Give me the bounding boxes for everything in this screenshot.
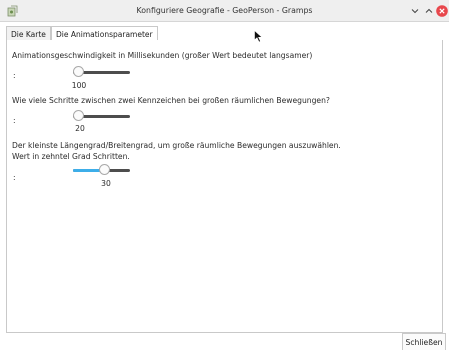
- colon-label: :: [13, 71, 16, 80]
- window-title: Konfiguriere Geografie - GeoPerson - Gra…: [136, 6, 313, 15]
- steps-label: Wie viele Schritte zwischen zwei Kennzei…: [12, 96, 330, 105]
- animation-speed-value: 100: [71, 81, 87, 90]
- animation-speed-label: Animationsgeschwindigkeit in Millisekund…: [12, 51, 313, 60]
- min-latlon-label: Der kleinste Längengrad/Breitengrad, um …: [12, 141, 341, 150]
- min-latlon-value: 30: [101, 179, 111, 188]
- min-latlon-slider[interactable]: [73, 164, 130, 176]
- minimize-icon[interactable]: [409, 5, 421, 17]
- min-latlon-sublabel: Wert in zehntel Grad Schritten.: [12, 152, 130, 161]
- tab-animationsparameter[interactable]: Die Animationsparameter: [51, 26, 158, 40]
- maximize-icon[interactable]: [423, 5, 435, 17]
- animation-speed-slider[interactable]: [73, 66, 130, 78]
- tab-bar: Die Karte Die Animationsparameter: [6, 26, 443, 40]
- slider-handle[interactable]: [73, 66, 84, 77]
- tab-die-karte[interactable]: Die Karte: [6, 26, 51, 40]
- colon-label: :: [13, 173, 16, 182]
- slider-handle[interactable]: [73, 110, 84, 121]
- close-button[interactable]: Schließen: [402, 333, 446, 350]
- title-bar: Konfiguriere Geografie - GeoPerson - Gra…: [0, 0, 449, 22]
- slider-handle[interactable]: [98, 164, 110, 175]
- close-window-icon[interactable]: [436, 5, 448, 17]
- steps-slider[interactable]: [73, 110, 130, 122]
- colon-label: :: [13, 116, 16, 125]
- steps-value: 20: [75, 124, 85, 133]
